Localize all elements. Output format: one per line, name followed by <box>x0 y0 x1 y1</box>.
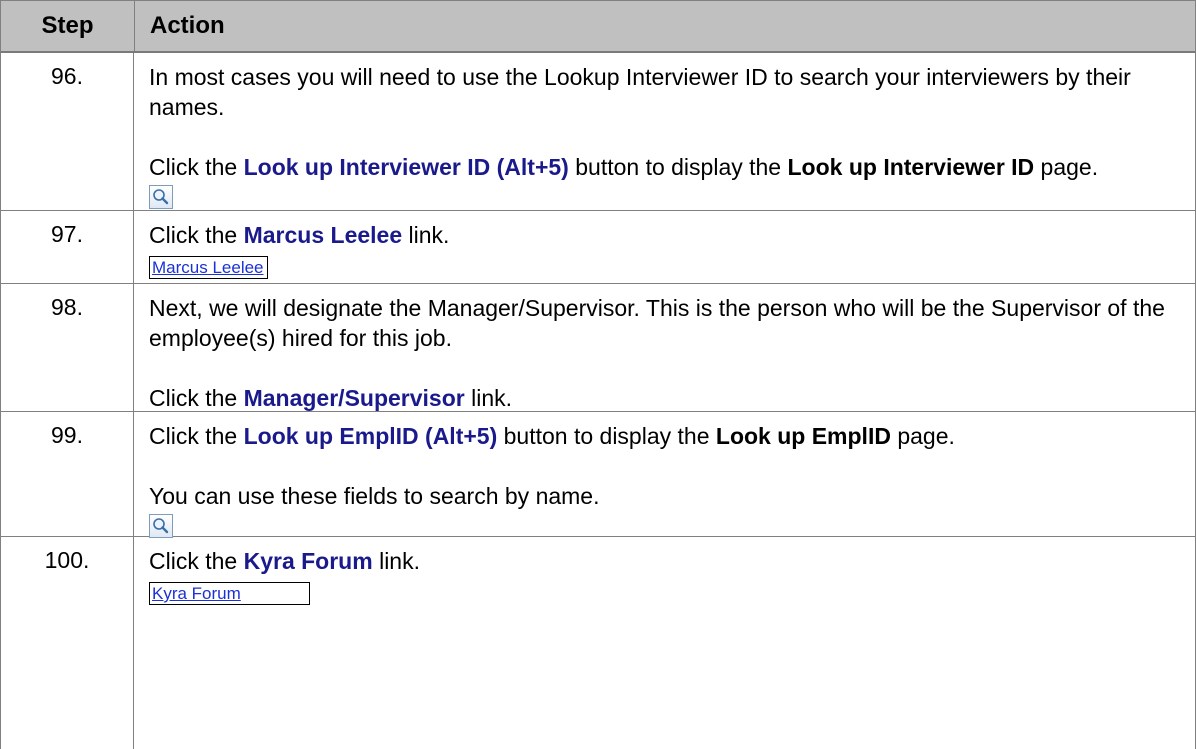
instruction-text: Click the Look up Interviewer ID (Alt+5)… <box>149 154 1099 180</box>
page-name: Look up Interviewer ID <box>787 154 1035 180</box>
keyword: Kyra Forum <box>243 548 373 574</box>
action-cell: Click the Marcus Leelee link. Marcus Lee… <box>134 211 1195 283</box>
marcus-leelee-link[interactable]: Marcus Leelee <box>149 256 268 279</box>
kyra-forum-link[interactable]: Kyra Forum <box>149 582 310 605</box>
instruction-text: Click the Kyra Forum link. <box>149 548 420 574</box>
keyword: Manager/Supervisor <box>243 385 465 411</box>
instruction-text: Click the Look up EmplID (Alt+5) button … <box>149 423 955 449</box>
instruction-text: Click the Marcus Leelee link. <box>149 222 450 248</box>
keyword: Look up Interviewer ID (Alt+5) <box>243 154 569 180</box>
table-row: 99. Click the Look up EmplID (Alt+5) but… <box>0 412 1196 538</box>
table-row: 100. Click the Kyra Forum link. Kyra For… <box>0 537 1196 749</box>
header-step: Step <box>1 1 135 51</box>
action-cell: Next, we will designate the Manager/Supe… <box>134 284 1195 411</box>
step-number: 98. <box>1 284 134 411</box>
instruction-text: In most cases you will need to use the L… <box>149 64 1131 120</box>
procedure-table: Step Action 96. In most cases you will n… <box>0 0 1196 749</box>
header-action: Action <box>150 12 225 39</box>
table-row: 98. Next, we will designate the Manager/… <box>0 284 1196 412</box>
table-header: Step Action <box>0 1 1196 53</box>
magnifier-lookup-icon[interactable] <box>149 514 173 538</box>
table-row: 97. Click the Marcus Leelee link. Marcus… <box>0 211 1196 284</box>
step-number: 97. <box>1 211 134 283</box>
action-cell: Click the Kyra Forum link. Kyra Forum <box>134 537 1195 749</box>
instruction-text: You can use these fields to search by na… <box>149 483 600 509</box>
step-number: 96. <box>1 53 134 210</box>
instruction-text: Click the Manager/Supervisor link. <box>149 385 513 411</box>
instruction-text: Next, we will designate the Manager/Supe… <box>149 295 1165 351</box>
page-name: Look up EmplID <box>715 423 891 449</box>
step-number: 100. <box>1 537 134 749</box>
keyword: Look up EmplID (Alt+5) <box>243 423 498 449</box>
action-cell: Click the Look up EmplID (Alt+5) button … <box>134 412 1195 538</box>
table-row: 96. In most cases you will need to use t… <box>0 53 1196 211</box>
magnifier-lookup-icon[interactable] <box>149 185 173 209</box>
action-cell: In most cases you will need to use the L… <box>134 53 1195 210</box>
step-number: 99. <box>1 412 134 536</box>
keyword: Marcus Leelee <box>243 222 403 248</box>
